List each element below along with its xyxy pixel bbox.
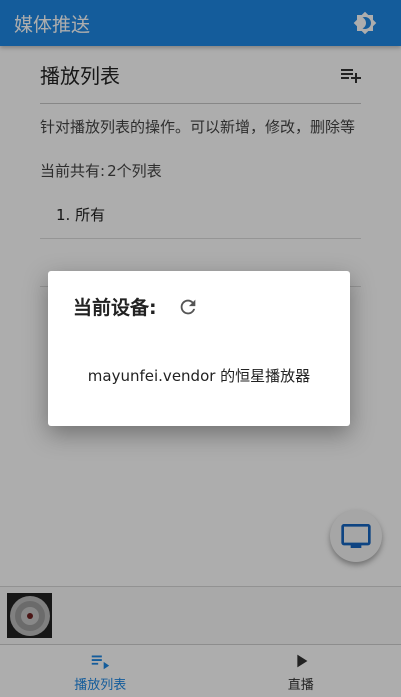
app-root: 媒体推送 播放列表 针对播放列表的操作。可以新增，修改，删除等 当前共有: 2个… xyxy=(0,0,401,697)
refresh-icon[interactable] xyxy=(177,296,199,318)
device-name: mayunfei.vendor 的恒星播放器 xyxy=(87,367,311,385)
dialog-header: 当前设备: xyxy=(73,293,199,320)
device-dialog: 当前设备: mayunfei.vendor 的恒星播放器 xyxy=(48,271,350,426)
dialog-title: 当前设备: xyxy=(73,297,157,319)
